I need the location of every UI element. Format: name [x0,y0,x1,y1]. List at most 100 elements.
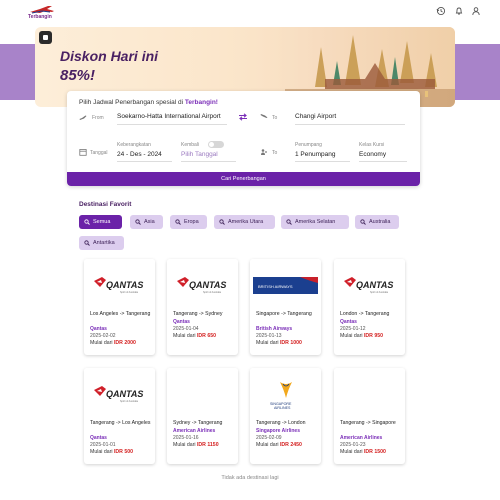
from-field[interactable]: Soekarno-Hatta International Airport [117,113,221,120]
from-underline [117,124,227,125]
search-icon [84,240,90,246]
card-route: Tangerang -> Singapore [340,420,396,426]
svg-text:QANTAS: QANTAS [189,280,226,290]
card-route: Tangerang -> Los Angeles [90,420,151,426]
card-route: Los Angeles -> Tangerang [90,311,151,317]
search-icon [175,219,181,225]
card-airline: Qantas [90,326,107,332]
destination-card[interactable]: BRITISH AIRWAYS Singapore -> Tangerang Bri… [250,259,321,355]
card-date: 2025-01-16 [173,435,199,441]
swap-icon[interactable] [238,113,248,121]
filter-chip-eropa[interactable]: Eropa [170,215,207,229]
card-airline: Singapore Airlines [256,428,300,434]
airline-logo: BRITISH AIRWAYS [250,259,321,309]
filter-chip-semua[interactable]: Semua [79,215,122,229]
airline-logo: QANTAS Spirit of Australia [84,368,155,418]
airline-logo-placeholder [334,368,405,418]
filter-chip-label: Amerika Utara [228,219,264,225]
filter-chip-label: Amerika Selatan [295,219,336,225]
plane-landing-icon [260,114,268,118]
card-route: Tangerang -> Sydney [173,311,223,317]
filter-chip-amerika-utara[interactable]: Amerika Utara [214,215,275,229]
card-route: Singapore -> Tangerang [256,311,312,317]
favorites-title: Destinasi Favorit [79,201,132,208]
search-icon [286,219,292,225]
destination-card[interactable]: Tangerang -> Singapore American Airlines 2… [334,368,405,464]
filter-chip-amerika-selatan[interactable]: Amerika Selatan [281,215,349,229]
card-price-prefix: Mulai dari [256,340,279,346]
card-price-prefix: Mulai dari [173,333,196,339]
card-date: 2025-01-01 [90,442,116,448]
passenger-icon [261,149,267,155]
class-underline [359,161,407,162]
card-price-value: IDR 650 [196,333,216,339]
destination-card[interactable]: SINGAPORE AIRLINES Tangerang -> London Sing… [250,368,321,464]
destination-card[interactable]: QANTAS Spirit of Australia Tangerang -> Sy… [167,259,238,355]
terbangin-logo[interactable]: Terbangin [28,5,56,21]
svg-text:Spirit of Australia: Spirit of Australia [120,291,139,294]
card-airline: American Airlines [340,435,383,441]
card-price-value: IDR 1000 [279,340,302,346]
gallery-icon[interactable] [39,31,52,44]
user-icon[interactable] [471,6,481,16]
search-flights-button[interactable]: Cari Penerbangan [67,172,420,186]
to-underline [295,124,405,125]
filter-chip-antartika[interactable]: Antartika [79,236,124,250]
airline-logo-placeholder [167,368,238,418]
to-field[interactable]: Changi Airport [295,113,336,120]
card-date: 2025-01-04 [173,326,199,332]
card-route: Sydney -> Tangerang [173,420,223,426]
card-price: Mulai dari IDR 650 [173,333,216,339]
card-airline: American Airlines [173,428,216,434]
svg-text:QANTAS: QANTAS [106,280,143,290]
filter-chip-label: Antartika [93,240,115,246]
airline-logo [167,368,238,418]
card-airline: Qantas [173,319,190,325]
return-toggle[interactable] [208,141,224,148]
qantas-logo-icon: QANTASSpirit of Australia [334,259,405,309]
search-icon [135,219,141,225]
card-price-value: IDR 950 [363,333,383,339]
svg-text:BRITISH AIRWAYS: BRITISH AIRWAYS [258,284,293,289]
svg-text:Spirit of Australia: Spirit of Australia [120,400,139,403]
logo-text: Terbangin [28,14,52,20]
filter-chip-label: Asia [144,219,155,225]
destination-card[interactable]: QANTAS Spirit of Australia Tangerang -> Lo… [84,368,155,464]
destination-card[interactable]: QANTAS Spirit of Australia Los Angeles -> … [84,259,155,355]
bell-icon[interactable] [454,6,464,16]
qantas-logo-icon: QANTASSpirit of Australia [84,368,155,418]
return-underline [181,161,236,162]
destination-card[interactable]: QANTAS Spirit of Australia London -> Tange… [334,259,405,355]
return-date-field[interactable]: Pilih Tanggal [181,151,218,158]
svg-text:Spirit of Australia: Spirit of Australia [370,291,389,294]
filter-chip-australia[interactable]: Australia [355,215,399,229]
svg-text:QANTAS: QANTAS [356,280,393,290]
plane-takeoff-icon [79,115,87,120]
card-airline: Qantas [90,435,107,441]
card-price-prefix: Mulai dari [256,442,279,448]
class-field[interactable]: Economy [359,151,386,158]
card-price-value: IDR 1150 [196,442,219,448]
card-price-prefix: Mulai dari [90,340,113,346]
card-price-value: IDR 1500 [363,449,386,455]
filter-chip-asia[interactable]: Asia [130,215,163,229]
promo-percent: 85%! [60,67,96,84]
svg-text:QANTAS: QANTAS [106,389,143,399]
search-icon [84,219,90,225]
card-date: 2025-01-12 [340,326,366,332]
history-icon[interactable] [436,6,446,16]
filter-chip-label: Australia [369,219,391,225]
depart-date-field[interactable]: 24 - Des - 2024 [117,151,162,158]
flight-search-card: Pilih Jadwal Penerbangan spesial di Terb… [67,91,420,186]
card-airline: British Airways [256,326,293,332]
date-label: Tanggal [90,150,108,156]
card-price-prefix: Mulai dari [340,449,363,455]
qantas-logo-icon: QANTASSpirit of Australia [167,259,238,309]
card-date: 2025-01-13 [256,333,282,339]
card-price: Mulai dari IDR 1000 [256,340,302,346]
passenger-field[interactable]: 1 Penumpang [295,151,335,158]
destination-card[interactable]: Sydney -> Tangerang American Airlines 2025… [167,368,238,464]
page: Terbangin Diskon Hari ini 85%! Pilih Jad… [0,0,500,500]
filter-chip-label: Semua [93,219,111,225]
from-label: From [92,115,104,121]
